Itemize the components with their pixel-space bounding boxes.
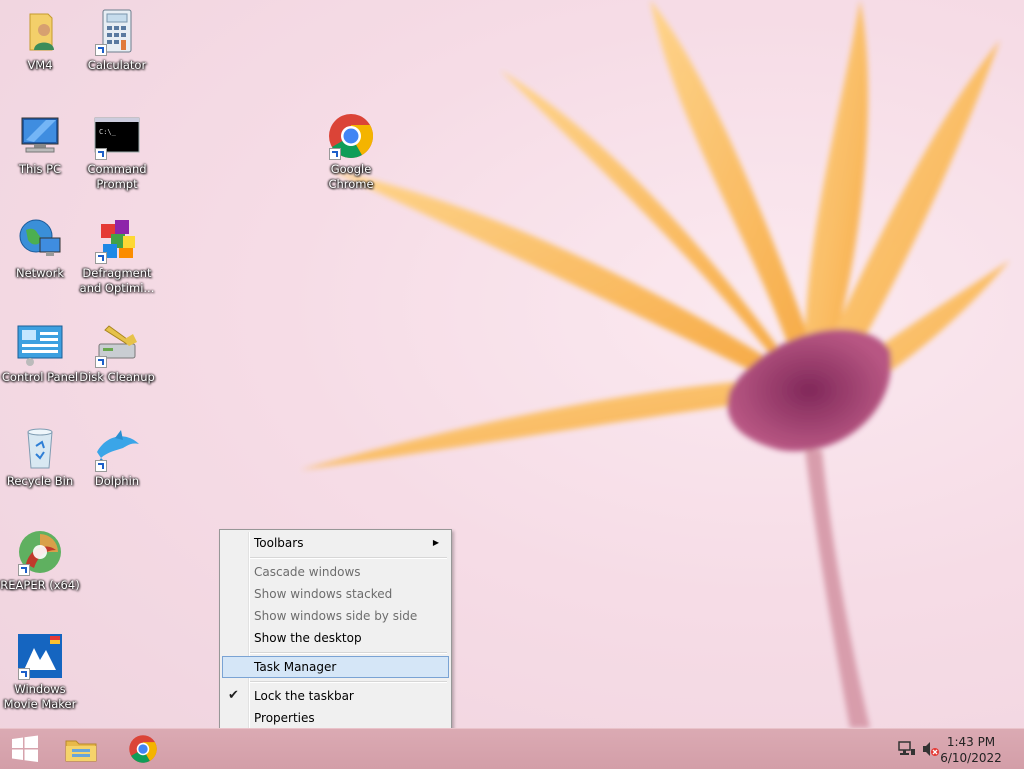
shortcut-arrow-icon [18,564,30,576]
desktop-icon-this-pc[interactable]: This PC [0,112,80,177]
shortcut-arrow-icon [95,44,107,56]
control-panel-icon [17,325,63,366]
shortcut-arrow-icon [95,148,107,160]
desktop-icon-reaper[interactable]: REAPER (x64) [0,528,80,593]
clock-date: 6/10/2022 [940,751,1002,765]
desktop-icon-dolphin[interactable]: Dolphin [77,424,157,489]
desktop-icon-control-panel[interactable]: Control Panel [0,320,80,385]
desktop-icon-command-prompt[interactable]: C:\_ Command Prompt [77,112,157,192]
shortcut-arrow-icon [95,252,107,264]
desktop-icon-windows-movie-maker[interactable]: Windows Movie Maker [0,632,80,712]
desktop-icon-defragment[interactable]: Defragment and Optimi... [77,216,157,296]
menu-item-show-windows-side-by-side[interactable]: Show windows side by side [222,605,449,627]
windows-logo-icon [12,735,38,762]
menu-item-toolbars[interactable]: Toolbars ▶ [222,532,449,554]
shortcut-arrow-icon [95,460,107,472]
menu-item-properties[interactable]: Properties [222,707,449,729]
menu-item-task-manager[interactable]: Task Manager [222,656,449,678]
clock-time: 1:43 PM [946,735,996,749]
taskbar-clock[interactable]: 1:43 PM 6/10/2022 [936,734,1006,766]
checkmark-icon: ✔ [228,688,239,703]
menu-item-show-the-desktop[interactable]: Show the desktop [222,627,449,649]
menu-separator [250,681,447,683]
menu-item-cascade-windows[interactable]: Cascade windows [222,561,449,583]
submenu-arrow-icon: ▶ [432,538,439,547]
desktop-icon-disk-cleanup[interactable]: Disk Cleanup [77,320,157,385]
menu-separator [250,652,447,654]
shortcut-arrow-icon [18,668,30,680]
svg-text:C:\_: C:\_ [99,128,117,136]
taskbar-file-explorer-button[interactable] [56,729,106,769]
menu-item-lock-the-taskbar[interactable]: ✔ Lock the taskbar [222,685,449,707]
taskbar-context-menu: Toolbars ▶ Cascade windows Show windows … [219,529,452,732]
start-button[interactable] [0,729,50,769]
shortcut-arrow-icon [329,148,341,160]
taskbar[interactable]: 1:43 PM 6/10/2022 [0,728,1024,769]
menu-separator [250,557,447,559]
network-tray-icon[interactable] [898,741,916,757]
desktop-icon-recycle-bin[interactable]: Recycle Bin [0,424,80,489]
network-globe-icon [19,219,61,256]
taskbar-chrome-button[interactable] [118,729,168,769]
recycle-bin-icon [27,428,53,469]
menu-item-show-windows-stacked[interactable]: Show windows stacked [222,583,449,605]
desktop-icon-google-chrome[interactable]: Google Chrome [311,112,391,192]
folder-icon [65,740,97,762]
computer-icon [21,117,59,153]
desktop-icon-network[interactable]: Network [0,216,80,281]
desktop-icon-vm4[interactable]: VM4 [0,8,80,73]
network-status-icon [898,741,915,755]
desktop-icon-calculator[interactable]: Calculator [77,8,157,73]
shortcut-arrow-icon [95,356,107,368]
chrome-icon [129,735,157,763]
user-folder-icon [29,13,54,51]
